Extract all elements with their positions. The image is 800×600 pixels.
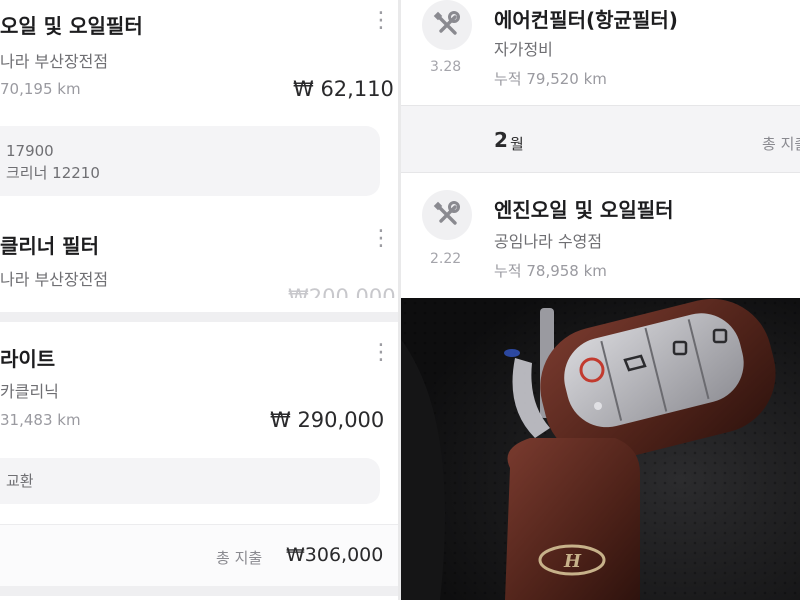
total-label: 총 지출 (216, 549, 263, 567)
car-key-photo: H (400, 298, 800, 600)
section-separator (0, 312, 400, 322)
monthly-total-row: 총 지출 ₩306,000 (0, 524, 400, 586)
month-number: 2 (494, 128, 508, 152)
top-right-panel: 3.28 에어컨필터(항균필터) 자가정비 누적 79,520 km 2 월 총… (400, 0, 800, 298)
record-km: 31,483 km (0, 411, 81, 429)
record-price: ₩ 62,110 (293, 77, 394, 101)
memo-line: 17900 (6, 142, 54, 160)
top-left-panel: 오일 및 오일필터 ⋮ 나라 부산장전점 70,195 km ₩ 62,110 … (0, 0, 400, 298)
record-date: 3.28 (430, 59, 462, 75)
memo-box: 교환 (0, 458, 380, 504)
record-shop: 공임나라 수영점 (494, 232, 603, 251)
record-price: ₩200,000 (288, 285, 396, 298)
maintenance-icon (422, 0, 472, 50)
memo-line: 교환 (6, 472, 34, 490)
record-km: 누적 79,520 km (494, 70, 607, 88)
wrench-screwdriver-icon (433, 11, 460, 35)
total-value: ₩306,000 (286, 544, 384, 566)
record-shop: 카클리닉 (0, 382, 59, 401)
record-price: ₩ 290,000 (270, 408, 385, 432)
record-title[interactable]: 엔진오일 및 오일필터 (494, 194, 674, 223)
key-fob-lower: H (505, 438, 640, 600)
record-title[interactable]: 클리너 필터 (0, 230, 99, 259)
total-label: 총 지출 (762, 135, 800, 153)
more-vert-icon[interactable]: ⋮ (370, 10, 392, 32)
bottom-left-panel: 라이트 ⋮ 카클리닉 31,483 km ₩ 290,000 교환 총 지출 ₩… (0, 298, 400, 600)
record-title[interactable]: 에어컨필터(항균필터) (494, 4, 678, 33)
more-vert-icon[interactable]: ⋮ (370, 342, 392, 364)
record-title[interactable]: 라이트 (0, 343, 55, 372)
record-km: 70,195 km (0, 80, 81, 98)
hyundai-emblem-letter: H (563, 551, 582, 572)
memo-box: 17900 크리너 12210 (0, 126, 380, 196)
record-shop: 나라 부산장전점 (0, 270, 109, 289)
month-header: 2 월 총 지출 (400, 105, 800, 173)
more-vert-icon[interactable]: ⋮ (370, 228, 392, 250)
maintenance-icon (422, 190, 472, 240)
record-title[interactable]: 오일 및 오일필터 (0, 10, 143, 39)
memo-line: 크리너 12210 (6, 164, 100, 182)
record-shop: 자가정비 (494, 40, 553, 59)
collage-divider (398, 0, 401, 600)
wrench-screwdriver-icon (433, 201, 460, 225)
record-shop: 나라 부산장전점 (0, 52, 109, 71)
section-separator (0, 586, 400, 596)
record-km: 누적 78,958 km (494, 262, 607, 280)
record-date: 2.22 (430, 251, 462, 267)
month-unit: 월 (510, 135, 524, 153)
car-key-illustration: H (400, 298, 800, 600)
